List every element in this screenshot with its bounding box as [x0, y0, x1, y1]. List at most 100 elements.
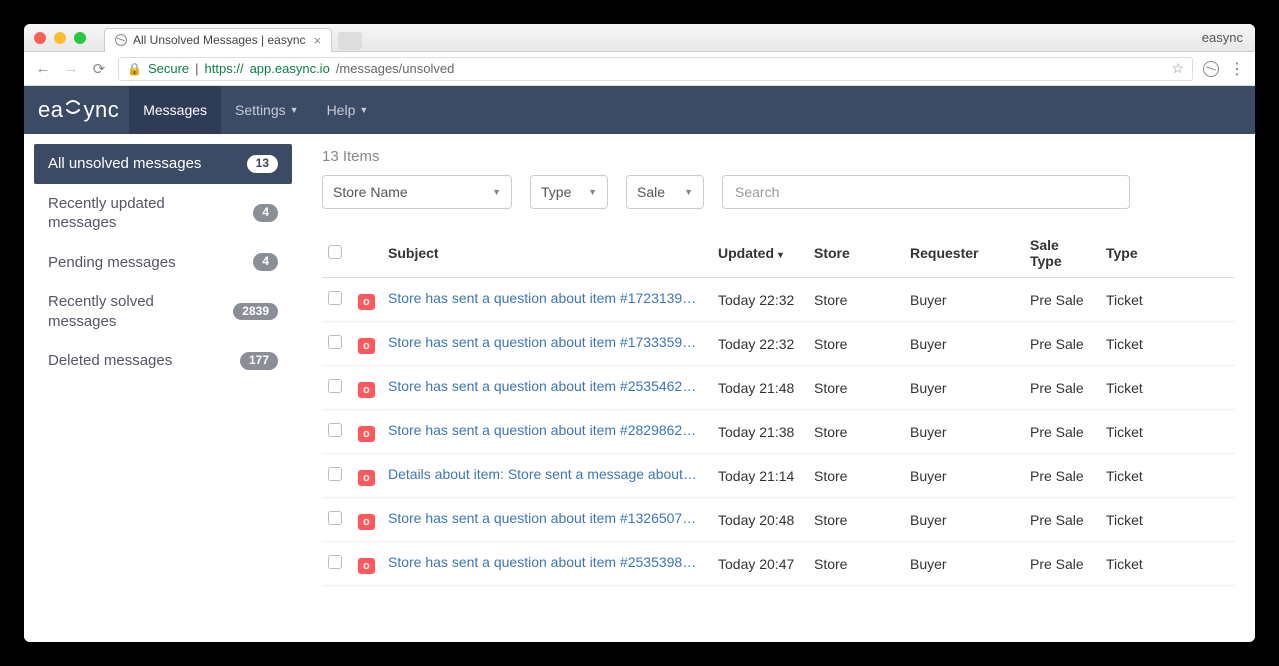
cell-updated: Today 20:47 [712, 542, 808, 586]
sidebar: All unsolved messages 13 Recently update… [24, 134, 302, 642]
row-checkbox[interactable] [328, 423, 342, 437]
subject-link[interactable]: Store has sent a question about item #28… [388, 422, 698, 438]
status-tag: o [358, 338, 375, 354]
row-checkbox[interactable] [328, 467, 342, 481]
cell-sale-type: Pre Sale [1024, 278, 1100, 322]
browser-menu-icon[interactable]: ⋮ [1229, 59, 1245, 79]
col-sale-type[interactable]: Sale Type [1024, 229, 1100, 278]
lock-icon: 🔒 [127, 62, 142, 76]
filter-store-name[interactable]: Store Name▼ [322, 175, 512, 209]
browser-address-bar: ← → ⟳ 🔒 Secure | https://app.easync.io/m… [24, 52, 1255, 86]
secure-label: Secure [148, 61, 189, 76]
maximize-window-button[interactable] [74, 32, 86, 44]
table-row[interactable]: oStore has sent a question about item #1… [322, 498, 1235, 542]
col-type[interactable]: Type [1100, 229, 1235, 278]
nav-help-label: Help [327, 102, 356, 118]
sidebar-item-label: Deleted messages [48, 351, 172, 371]
url-scheme: https:// [205, 61, 244, 76]
row-checkbox[interactable] [328, 379, 342, 393]
cell-requester: Buyer [904, 410, 1024, 454]
status-tag: o [358, 470, 375, 486]
cell-store: Store [808, 322, 904, 366]
sidebar-item-all-unsolved[interactable]: All unsolved messages 13 [34, 144, 292, 184]
cell-store: Store [808, 542, 904, 586]
omnibox[interactable]: 🔒 Secure | https://app.easync.io/message… [118, 57, 1193, 81]
nav-help[interactable]: Help▼ [313, 86, 383, 134]
sidebar-item-badge: 4 [253, 204, 278, 222]
cell-store: Store [808, 498, 904, 542]
new-tab-button[interactable] [338, 32, 362, 50]
table-row[interactable]: oStore has sent a question about item #1… [322, 278, 1235, 322]
extension-icon[interactable] [1203, 61, 1219, 77]
sidebar-item-label: All unsolved messages [48, 154, 201, 174]
row-checkbox[interactable] [328, 335, 342, 349]
sidebar-item-badge: 2839 [233, 303, 278, 321]
browser-tab-active[interactable]: All Unsolved Messages | easync × [104, 28, 332, 52]
status-tag: o [358, 558, 375, 574]
cell-requester: Buyer [904, 542, 1024, 586]
col-updated[interactable]: Updated▼ [712, 229, 808, 278]
table-row[interactable]: o Store has sent a question about item #1… [322, 322, 1235, 366]
brand-text-post: ync [83, 97, 119, 123]
cell-type: Ticket [1100, 410, 1235, 454]
select-all-checkbox[interactable] [328, 245, 342, 259]
minimize-window-button[interactable] [54, 32, 66, 44]
back-button[interactable]: ← [34, 60, 52, 77]
sidebar-item-recently-updated[interactable]: Recently updated messages 4 [34, 184, 292, 243]
sidebar-item-label: Recently updated messages [48, 194, 228, 233]
col-store[interactable]: Store [808, 229, 904, 278]
nav-settings-label: Settings [235, 102, 286, 118]
col-requester[interactable]: Requester [904, 229, 1024, 278]
subject-link[interactable]: Store has sent a question about item #13… [388, 510, 698, 526]
cell-updated: Today 22:32 [712, 278, 808, 322]
subject-link[interactable]: Details about item: Store sent a message… [388, 466, 698, 482]
cell-sale-type: Pre Sale [1024, 542, 1100, 586]
cell-requester: Buyer [904, 454, 1024, 498]
brand-logo[interactable]: eaync [38, 97, 119, 123]
col-subject[interactable]: Subject [382, 229, 712, 278]
cell-sale-type: Pre Sale [1024, 410, 1100, 454]
url-host: app.easync.io [250, 61, 330, 76]
filter-sale[interactable]: Sale▼ [626, 175, 704, 209]
subject-link[interactable]: Store has sent a question about item #17… [388, 334, 698, 350]
cell-updated: Today 21:48 [712, 366, 808, 410]
cell-updated: Today 21:14 [712, 454, 808, 498]
cell-type: Ticket [1100, 498, 1235, 542]
nav-settings[interactable]: Settings▼ [221, 86, 313, 134]
forward-button: → [62, 60, 80, 77]
table-row[interactable]: oStore has sent a question about item #2… [322, 366, 1235, 410]
nav-messages[interactable]: Messages [129, 86, 221, 134]
close-tab-icon[interactable]: × [314, 33, 322, 48]
bookmark-star-icon[interactable]: ☆ [1171, 60, 1184, 77]
row-checkbox[interactable] [328, 291, 342, 305]
table-row[interactable]: o Details about item: Store sent a messag… [322, 454, 1235, 498]
browser-profile-label[interactable]: easync [1202, 30, 1243, 45]
table-row[interactable]: oStore has sent a question about item #2… [322, 410, 1235, 454]
subject-link[interactable]: Store has sent a question about item #17… [388, 290, 698, 306]
cell-requester: Buyer [904, 498, 1024, 542]
subject-link[interactable]: Store has sent a question about item #25… [388, 554, 698, 570]
favicon-icon [115, 34, 127, 46]
filter-bar: Store Name▼ Type ▼ Sale▼ [322, 175, 1235, 209]
subject-link[interactable]: Store has sent a question about item #25… [388, 378, 698, 394]
sidebar-item-badge: 13 [247, 155, 278, 173]
sidebar-item-recently-solved[interactable]: Recently solved messages 2839 [34, 282, 292, 341]
sidebar-item-label: Pending messages [48, 253, 176, 273]
filter-label: Type [541, 184, 571, 200]
row-checkbox[interactable] [328, 555, 342, 569]
sidebar-item-deleted[interactable]: Deleted messages 177 [34, 341, 292, 381]
cell-updated: Today 22:32 [712, 322, 808, 366]
table-row[interactable]: o Store has sent a question about item #2… [322, 542, 1235, 586]
cell-sale-type: Pre Sale [1024, 454, 1100, 498]
close-window-button[interactable] [34, 32, 46, 44]
filter-type[interactable]: Type ▼ [530, 175, 608, 209]
sidebar-item-pending[interactable]: Pending messages 4 [34, 243, 292, 283]
chevron-down-icon: ▼ [588, 187, 597, 197]
filter-label: Sale [637, 184, 665, 200]
reload-button[interactable]: ⟳ [90, 60, 108, 78]
search-input[interactable] [722, 175, 1130, 209]
cell-store: Store [808, 410, 904, 454]
filter-label: Store Name [333, 184, 408, 200]
cell-requester: Buyer [904, 278, 1024, 322]
row-checkbox[interactable] [328, 511, 342, 525]
